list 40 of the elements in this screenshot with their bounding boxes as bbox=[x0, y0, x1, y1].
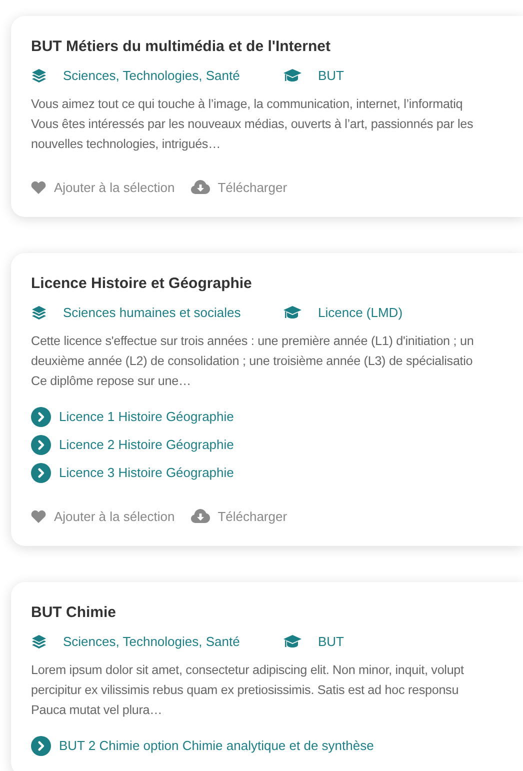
layers-icon bbox=[31, 304, 47, 321]
description-line: Lorem ipsum dolor sit amet, consectetur adipiscing elit. Non minor, inquit, volupt bbox=[31, 662, 465, 679]
description-line: Pauca mutat vel plura… bbox=[31, 702, 164, 719]
parcours-link[interactable]: Licence 3 Histoire Géographie bbox=[59, 462, 234, 482]
parcours-link[interactable]: Licence 1 Histoire Géographie bbox=[59, 406, 234, 426]
formation-title: BUT Chimie bbox=[31, 604, 118, 622]
domain-label: Sciences humaines et sociales bbox=[63, 304, 241, 322]
cloud-download-icon bbox=[190, 180, 210, 194]
parcours-link[interactable]: BUT 2 Chimie option Chimie analytique et de synthèse bbox=[59, 736, 374, 756]
description-line: deuxième année (L2) de consolidation ; une troisième année (L3) de spécialisatio bbox=[31, 352, 474, 370]
domain-label: Sciences, Technologies, Santé bbox=[63, 633, 240, 651]
add-to-selection-link[interactable]: Ajouter à la sélection bbox=[54, 178, 175, 197]
description-line: percipitur ex vilissimis rebus quam ex pretiosissimis. Satis est ad hoc responsu bbox=[31, 682, 460, 699]
graduation-cap-icon bbox=[283, 304, 302, 321]
chevron-circle-icon bbox=[31, 434, 51, 454]
description-line: Ce diplôme repose sur une… bbox=[31, 372, 192, 390]
domain-label: Sciences, Technologies, Santé bbox=[63, 67, 240, 85]
graduation-cap-icon bbox=[283, 68, 302, 84]
chevron-circle-icon bbox=[31, 462, 51, 482]
description-line: Cette licence s'effectue sur trois années : une première année (L1) d'initiation ; un bbox=[31, 332, 475, 350]
parcours-link[interactable]: Licence 2 Histoire Géographie bbox=[59, 434, 234, 454]
add-to-selection-link[interactable]: Ajouter à la sélection bbox=[54, 506, 175, 526]
diploma-label: BUT bbox=[318, 67, 344, 85]
description-line: nouvelles technologies, intrigués… bbox=[31, 136, 222, 153]
heart-icon bbox=[31, 510, 46, 523]
description-line: Vous aimez tout ce qui touche à l’image, la communication, internet, l’informatiq bbox=[31, 96, 464, 113]
chevron-circle-icon bbox=[31, 736, 51, 756]
formation-title: Licence Histoire et Géographie bbox=[31, 275, 253, 293]
layers-icon bbox=[31, 68, 47, 84]
chevron-circle-icon bbox=[31, 406, 51, 426]
cloud-download-icon bbox=[190, 509, 210, 524]
download-link[interactable]: Télécharger bbox=[218, 178, 288, 197]
layers-icon bbox=[31, 634, 47, 650]
diploma-label: Licence (LMD) bbox=[318, 304, 403, 322]
formation-title: BUT Métiers du multimédia et de l'Internet bbox=[31, 38, 332, 56]
heart-icon bbox=[31, 180, 46, 194]
download-link[interactable]: Télécharger bbox=[218, 506, 288, 526]
diploma-label: BUT bbox=[318, 633, 344, 651]
description-line: Vous êtes intéressés par les nouveaux médias, ouverts à l’art, passionnés par les bbox=[31, 116, 474, 133]
graduation-cap-icon bbox=[283, 634, 302, 650]
